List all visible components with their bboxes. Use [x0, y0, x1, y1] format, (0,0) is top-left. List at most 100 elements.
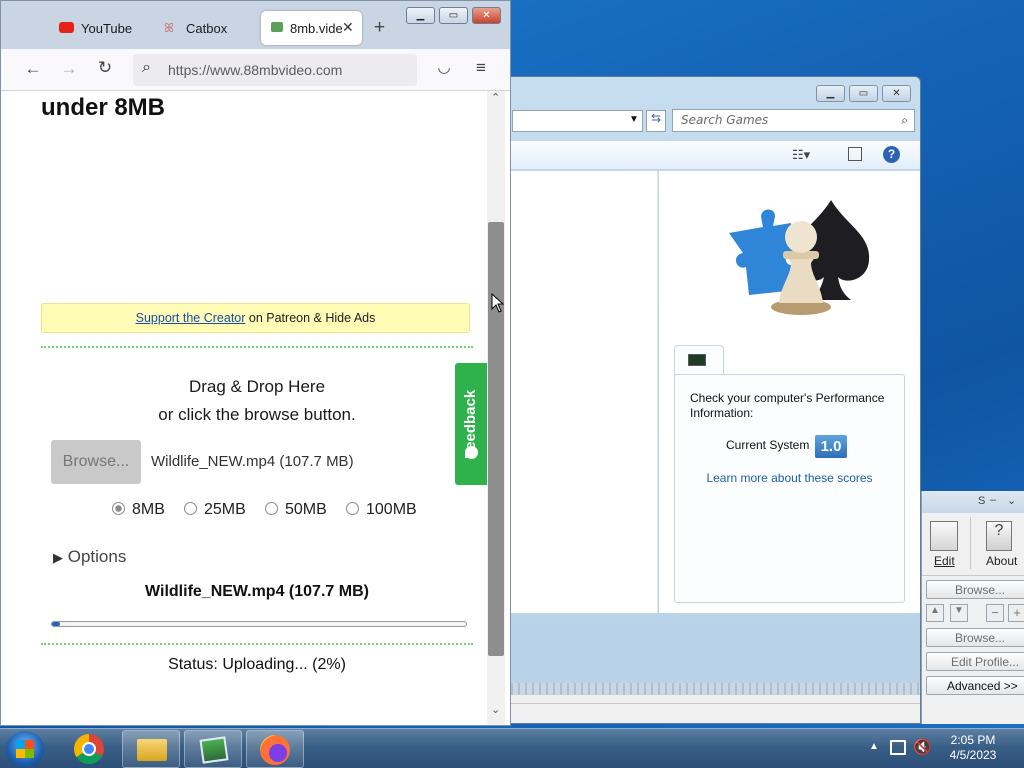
address-bar[interactable]: ▼	[512, 110, 643, 132]
reload-icon[interactable]: ↻	[93, 58, 117, 78]
preview-pane-icon[interactable]	[848, 147, 862, 161]
size-option-100mb[interactable]: 100MB	[346, 501, 417, 519]
edit-icon[interactable]	[930, 521, 958, 551]
url-bar[interactable]: ⌕ https://www.88mbvideo.com	[133, 54, 417, 86]
triangle-right-icon: ▶	[53, 550, 63, 565]
edit-label[interactable]: Edit	[934, 554, 955, 568]
tab-catbox[interactable]: ꕤ Catbox	[153, 11, 253, 45]
edit-profile-button[interactable]: Edit Profile...	[926, 652, 1024, 671]
browse-button[interactable]: Browse...	[51, 440, 141, 484]
advanced-button[interactable]: Advanced >>	[926, 676, 1024, 695]
explorer-taskbar-button[interactable]	[122, 730, 180, 768]
feedback-button[interactable]: Feedback	[455, 363, 488, 485]
taskbar: ▲ 🔇	[0, 728, 1024, 768]
radio[interactable]	[265, 502, 278, 515]
games-taskbar-button[interactable]	[184, 730, 242, 768]
browse-button-2[interactable]: Browse...	[926, 628, 1024, 647]
minimize-button[interactable]: ▁	[406, 7, 435, 24]
search-games-input[interactable]: Search Games ⌕	[672, 109, 915, 132]
views-icon[interactable]: ☷▾	[792, 147, 810, 163]
minimize-button[interactable]: ▁	[816, 85, 845, 102]
menu-icon[interactable]: ≡	[469, 58, 493, 78]
scroll-up-icon[interactable]: ⌃	[491, 91, 500, 104]
windows-logo-icon	[16, 740, 34, 758]
close-button[interactable]: ✕	[882, 85, 911, 102]
network-icon[interactable]	[890, 740, 906, 755]
clock-time: 2:05 PM	[950, 733, 996, 747]
remove-icon[interactable]: −	[986, 604, 1004, 622]
back-icon[interactable]: ←	[21, 59, 45, 79]
scrollbar-thumb[interactable]	[488, 222, 504, 656]
firefox-window: YouTube ꕤ Catbox 8mb.vide ✕ + ▁ ▭ ✕ ← → …	[0, 0, 511, 726]
size-option-25mb[interactable]: 25MB	[184, 501, 246, 519]
minimize-icon[interactable]: –	[990, 494, 996, 506]
games-list	[506, 171, 658, 613]
refresh-icon[interactable]: ⇆	[646, 110, 666, 132]
performance-tab[interactable]	[674, 345, 724, 376]
upload-file-name: Wildlife_NEW.mp4 (107.7 MB)	[145, 583, 369, 600]
size-option-50mb[interactable]: 50MB	[265, 501, 327, 519]
pocket-icon[interactable]: ◡	[432, 58, 456, 76]
help-icon[interactable]: ?	[883, 146, 900, 163]
clock[interactable]: 2:05 PM 4/5/2023	[940, 733, 1006, 763]
score-badge: 1.0	[815, 435, 847, 458]
status-area	[506, 683, 920, 723]
8mb-icon	[271, 22, 283, 32]
drop-zone-title: Drag & Drop Here	[188, 377, 326, 396]
about-label[interactable]: About	[986, 554, 1017, 568]
maximize-button[interactable]: ▭	[439, 7, 468, 24]
upload-status: Status: Uploading... (2%)	[168, 656, 346, 673]
performance-monitor-icon	[688, 354, 706, 366]
chevron-down-icon[interactable]: ▼	[629, 114, 639, 125]
maximize-button[interactable]: ▭	[849, 85, 878, 102]
tab-label: YouTube	[81, 21, 133, 36]
radio[interactable]	[346, 502, 359, 515]
forward-icon[interactable]: →	[57, 59, 81, 79]
window-title: S	[978, 495, 986, 507]
search-placeholder: Search Games	[681, 113, 769, 127]
options-toggle[interactable]: ▶ Options	[53, 547, 126, 567]
show-hidden-icons[interactable]: ▲	[869, 741, 879, 752]
scroll-down-icon[interactable]: ⌄	[491, 703, 500, 716]
page-heading: under 8MB	[41, 94, 166, 121]
tab-label: Catbox	[186, 21, 228, 36]
games-icon	[729, 200, 870, 315]
learn-more-link[interactable]: Learn more about these scores	[675, 471, 904, 485]
close-tab-icon[interactable]: ✕	[342, 19, 354, 36]
tab-strip: YouTube ꕤ Catbox 8mb.vide ✕ + ▁ ▭ ✕	[1, 1, 510, 49]
new-tab-icon[interactable]: +	[374, 17, 385, 39]
size-option-8mb[interactable]: 8MB	[112, 501, 165, 519]
url-text[interactable]: https://www.88mbvideo.com	[168, 62, 342, 78]
chevron-down-icon[interactable]: ⌄	[1007, 494, 1016, 507]
size-label: 100MB	[366, 501, 417, 518]
titlebar: S – ⌄	[922, 491, 1024, 513]
drop-zone[interactable]: Drag & Drop Here or click the browse but…	[41, 373, 473, 429]
firefox-taskbar-button[interactable]	[246, 730, 304, 768]
divider	[970, 517, 971, 569]
tab-youtube[interactable]: YouTube	[49, 11, 149, 45]
browse-button-1[interactable]: Browse...	[926, 580, 1024, 599]
profile-window: S – ⌄ Edit ? About Browse... ▲ ▼ − + Bro…	[921, 491, 1024, 724]
chrome-icon-center	[82, 742, 96, 756]
about-icon[interactable]: ?	[986, 521, 1012, 551]
add-icon[interactable]: +	[1008, 604, 1024, 622]
arrow-up-icon[interactable]: ▲	[926, 604, 944, 622]
chrome-taskbar-button[interactable]	[70, 732, 108, 766]
current-system-label: Current System	[726, 438, 810, 452]
drop-zone-subtitle: or click the browse button.	[158, 405, 356, 424]
size-label: 8MB	[132, 501, 165, 518]
size-label: 50MB	[285, 501, 327, 518]
tab-8mb[interactable]: 8mb.vide ✕	[261, 11, 362, 45]
arrow-down-icon[interactable]: ▼	[950, 604, 968, 622]
support-creator-link[interactable]: Support the Creator	[136, 311, 246, 325]
volume-muted-icon[interactable]: 🔇	[913, 738, 932, 756]
start-button[interactable]	[6, 731, 44, 767]
search-icon[interactable]: ⌕	[901, 113, 908, 128]
upload-progress-fill	[52, 622, 60, 626]
divider	[41, 643, 473, 645]
radio-selected[interactable]	[112, 502, 125, 515]
options-label: Options	[67, 547, 127, 566]
radio[interactable]	[184, 502, 197, 515]
divider	[506, 703, 920, 704]
close-button[interactable]: ✕	[472, 7, 501, 24]
